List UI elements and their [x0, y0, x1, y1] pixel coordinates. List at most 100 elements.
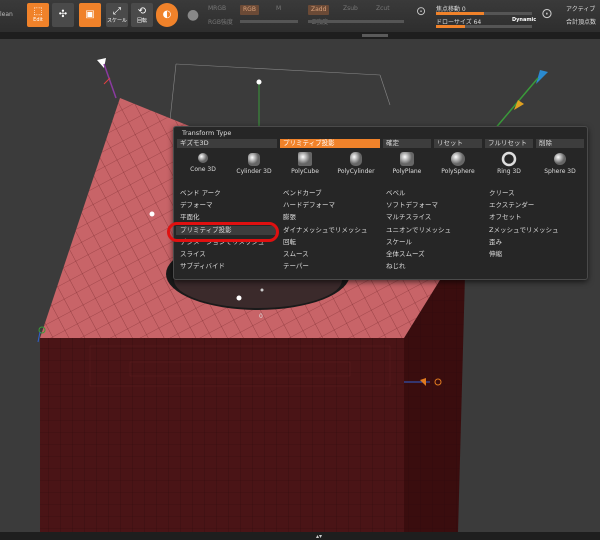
full-reset-button[interactable]: フルリセット: [485, 139, 533, 148]
menu-flatten[interactable]: 平面化: [176, 213, 276, 222]
plane-icon: [400, 152, 414, 166]
primitive-label: PolySphere: [441, 168, 475, 175]
primitive-cone3d[interactable]: Cone 3D: [178, 150, 228, 178]
total-points-label: 合計頂点数: [566, 19, 597, 26]
gizmo3d-button[interactable]: ギズモ3D: [177, 139, 277, 148]
primitive-polycube[interactable]: PolyCube: [280, 150, 330, 178]
3d-viewport[interactable]: 0: [0, 39, 600, 532]
gizmo-handle-bottom: [236, 295, 242, 301]
m-toggle[interactable]: M: [276, 5, 281, 12]
menu-bend-curve[interactable]: ベンドカーブ: [279, 189, 379, 198]
expand-arrows-icon[interactable]: ▴▾: [316, 533, 322, 540]
move-icon: ▣: [85, 9, 95, 20]
menu-skew[interactable]: 歪み: [485, 238, 585, 247]
rgb-toggle[interactable]: RGB: [240, 5, 259, 15]
top-toolbar: lean ⬚ Edit ✣ ▣ ⤢ スケール ⟲ 回転 ◐ ● MRGB RGB…: [0, 0, 600, 32]
menu-inflate[interactable]: 膨張: [279, 213, 379, 222]
primitive-label: Cone 3D: [190, 166, 216, 173]
primitive-projection-tab[interactable]: プリミティブ投影: [280, 139, 380, 148]
focal-shift-slider[interactable]: [436, 12, 532, 15]
menu-extender[interactable]: エクステンダー: [485, 201, 585, 210]
material-button[interactable]: ●: [182, 3, 204, 27]
menu-bend-arc[interactable]: ベンド アーク: [176, 189, 276, 198]
rgb-strength-label: RGB強度: [208, 19, 233, 26]
menu-remesh-union[interactable]: ユニオンでリメッシュ: [382, 226, 482, 235]
primitive-sphere3d[interactable]: Sphere 3D: [535, 150, 585, 178]
collapse-grip[interactable]: [362, 34, 388, 37]
menu-subdivide[interactable]: サブディバイド: [176, 262, 276, 271]
focal-shift-icon: ⊙: [416, 4, 427, 18]
gizmo-handle-left: [149, 211, 155, 217]
confirm-button[interactable]: 確定: [383, 139, 431, 148]
dynamic-toggle[interactable]: Dynamic: [512, 17, 536, 23]
draw-size-slider[interactable]: [436, 25, 532, 28]
primitive-polycylinder[interactable]: PolyCylinder: [331, 150, 381, 178]
delete-button[interactable]: 削除: [536, 139, 584, 148]
primitive-label: PolyCube: [291, 168, 319, 175]
edit-button[interactable]: ⬚ Edit: [27, 3, 49, 27]
cube-icon: [298, 152, 312, 166]
menu-smooth-all[interactable]: 全体スムーズ: [382, 250, 482, 259]
menu-remesh-zmesh[interactable]: Zメッシュでリメッシュ: [485, 226, 585, 235]
annotation-highlight-ring: [167, 222, 279, 242]
scale-icon: ⤢: [113, 5, 121, 17]
sphere-button[interactable]: ◐: [156, 3, 178, 27]
menu-offset[interactable]: オフセット: [485, 213, 585, 222]
points-icon: ⊙: [541, 6, 553, 22]
bounding-box: [169, 63, 391, 121]
edit-icon: ⬚: [33, 6, 43, 17]
menu-smooth[interactable]: スムース: [279, 250, 379, 259]
menu-scale[interactable]: スケール: [382, 238, 482, 247]
menu-twist[interactable]: ねじれ: [382, 262, 482, 271]
ring-icon: [501, 151, 517, 167]
menu-remesh-dynamesh[interactable]: ダイナメッシュでリメッシュ: [279, 226, 379, 235]
menu-multi-slice[interactable]: マルチスライス: [382, 213, 482, 222]
primitive-label: Ring 3D: [497, 168, 521, 175]
primitive-cylinder3d[interactable]: Cylinder 3D: [229, 150, 279, 178]
reset-button[interactable]: リセット: [434, 139, 482, 148]
sphere-icon: [554, 153, 566, 165]
primitive-polysphere[interactable]: PolySphere: [433, 150, 483, 178]
menu-stretch[interactable]: 伸縮: [485, 250, 585, 259]
primitive-label: Sphere 3D: [544, 168, 576, 175]
move-button[interactable]: ▣: [79, 3, 101, 27]
zadd-toggle[interactable]: Zadd: [308, 5, 330, 15]
menu-hard-deformer[interactable]: ハードデフォーマ: [279, 201, 379, 210]
mrgb-toggle[interactable]: MRGB: [208, 5, 226, 12]
primitive-polyplane[interactable]: PolyPlane: [382, 150, 432, 178]
primitive-label: PolyCylinder: [337, 168, 375, 175]
primitive-ring3d[interactable]: Ring 3D: [484, 150, 534, 178]
mesh-scene[interactable]: 0: [0, 39, 600, 532]
gizmo-handle-top: [256, 79, 262, 85]
zcut-toggle[interactable]: Zcut: [376, 5, 390, 12]
menu-taper[interactable]: テーパー: [279, 262, 379, 271]
menu-bevel[interactable]: ベベル: [382, 189, 482, 198]
scale-button[interactable]: ⤢ スケール: [106, 3, 128, 27]
gizmo-value: 0: [259, 313, 263, 320]
menu-deformer[interactable]: デフォーマ: [176, 201, 276, 210]
rgb-strength-slider[interactable]: [240, 20, 298, 23]
menu-slice[interactable]: スライス: [176, 250, 276, 259]
sphere-icon: ◐: [162, 9, 172, 20]
draw-icon: ✣: [58, 9, 68, 20]
rotate-button[interactable]: ⟲ 回転: [131, 3, 153, 27]
primitive-label: Cylinder 3D: [236, 168, 272, 175]
cone-icon: [198, 153, 208, 163]
menu-soft-deformer[interactable]: ソフトデフォーマ: [382, 201, 482, 210]
zsub-toggle[interactable]: Zsub: [343, 5, 358, 12]
z-strength-slider[interactable]: [308, 20, 404, 23]
polysphere-icon: [451, 152, 465, 166]
menu-rotate[interactable]: 回転: [279, 238, 379, 247]
toolbar-collapse-strip[interactable]: [0, 32, 600, 39]
primitive-label: PolyPlane: [392, 168, 422, 175]
bottom-collapse-strip[interactable]: ▴▾: [0, 532, 600, 540]
draw-button[interactable]: ✣: [52, 3, 74, 27]
menu-crease[interactable]: クリース: [485, 189, 585, 198]
active-points-label: アクティブ: [566, 6, 596, 13]
material-sphere-icon: ●: [186, 7, 200, 23]
rotate-label: 回転: [136, 17, 147, 24]
edit-label: Edit: [33, 17, 43, 23]
polycylinder-icon: [350, 152, 362, 166]
transform-type-popup: Transform Type ギズモ3D プリミティブ投影 確定 リセット フル…: [173, 126, 588, 280]
popup-title: Transform Type: [182, 129, 232, 137]
